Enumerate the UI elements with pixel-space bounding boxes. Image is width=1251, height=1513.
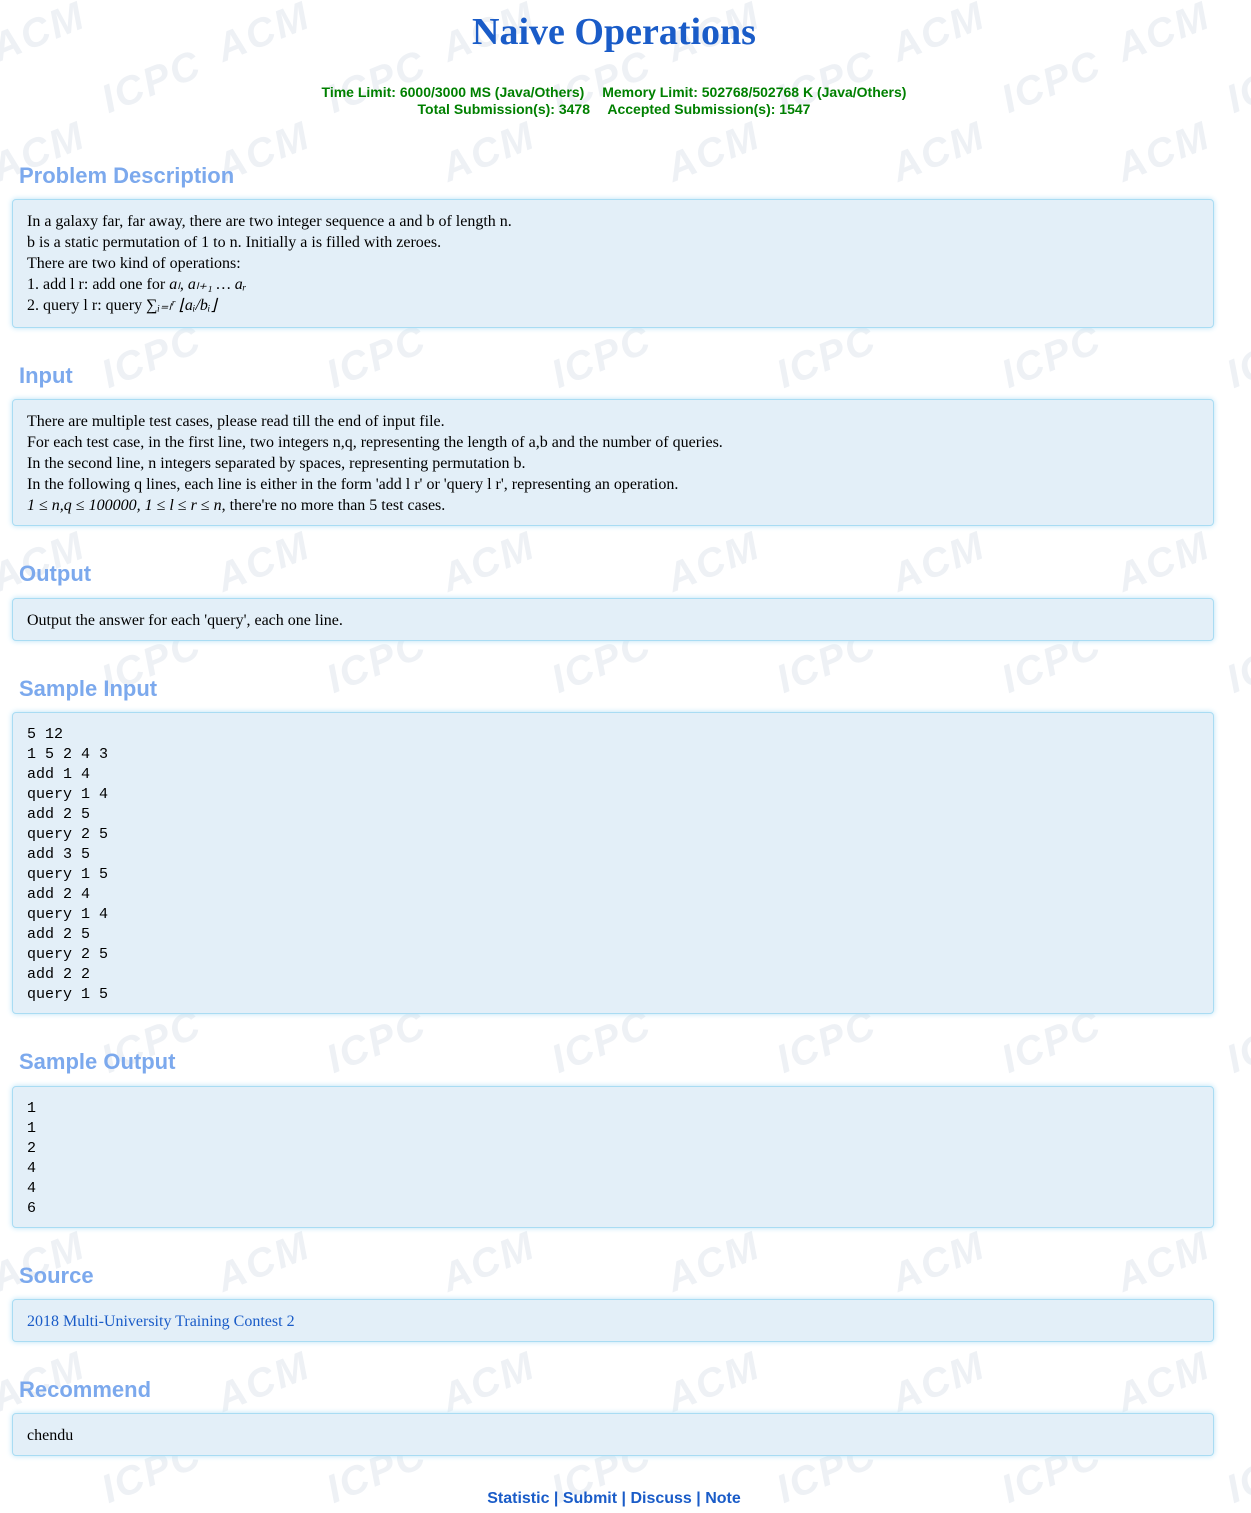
recommend-panel: chendu: [12, 1413, 1214, 1456]
watermark-text: ACM: [885, 1343, 992, 1421]
recommend-author: chendu: [27, 1427, 74, 1444]
watermark-text: ACM: [435, 1223, 542, 1301]
watermark-text: ICPC: [995, 1002, 1108, 1082]
page-title: Naive Operations: [472, 11, 756, 53]
description-line: There are two kind of operations:: [27, 255, 241, 272]
submit-link[interactable]: Submit: [563, 1490, 617, 1507]
input-line: There are multiple test cases, please re…: [27, 413, 445, 430]
watermark-text: ICPC: [320, 1002, 433, 1082]
watermark-text: ACM: [435, 523, 542, 601]
watermark-text: ACM: [885, 1223, 992, 1301]
watermark-text: ICPC: [95, 317, 208, 397]
watermark-text: ACM: [1110, 1223, 1217, 1301]
watermark-text: ICPC: [1220, 317, 1251, 397]
recommend-heading: Recommend: [19, 1377, 152, 1402]
operation-query-formula: ∑ᵢ₌ₗʳ ⌊aᵢ/bᵢ⌋: [146, 297, 217, 314]
footer-separator: |: [549, 1490, 563, 1507]
watermark-text: ICPC: [1220, 1002, 1251, 1082]
source-link[interactable]: 2018 Multi-University Training Contest 2: [27, 1311, 1199, 1332]
watermark-text: ICPC: [995, 317, 1108, 397]
footer-separator: |: [691, 1490, 706, 1507]
watermark-text: ICPC: [1220, 622, 1251, 702]
watermark-text: ACM: [660, 523, 767, 601]
watermark-text: ACM: [210, 1343, 317, 1421]
operation-query-text: 2. query l r: query: [27, 297, 147, 314]
sample-output-panel[interactable]: 1 1 2 4 4 6: [12, 1086, 1214, 1228]
time-limit: Time Limit: 6000/3000 MS (Java/Others): [321, 84, 585, 100]
footer-separator: |: [617, 1490, 631, 1507]
constraint-formula: 1 ≤ n,q ≤ 100000, 1 ≤ l ≤ r ≤ n: [27, 497, 222, 514]
source-heading: Source: [19, 1263, 94, 1288]
watermark-text: ICPC: [320, 317, 433, 397]
problem-limits: Time Limit: 6000/3000 MS (Java/Others) M…: [0, 84, 1228, 118]
watermark-text: ICPC: [770, 317, 883, 397]
watermark-text: ACM: [435, 113, 542, 191]
watermark-text: ACM: [210, 523, 317, 601]
description-heading: Problem Description: [19, 163, 235, 188]
input-line: In the following q lines, each line is e…: [27, 476, 679, 493]
note-link[interactable]: Note: [705, 1490, 741, 1507]
memory-limit: Memory Limit: 502768/502768 K (Java/Othe…: [602, 84, 907, 100]
output-heading: Output: [19, 561, 92, 586]
watermark-text: ACM: [1110, 113, 1217, 191]
discuss-link[interactable]: Discuss: [630, 1490, 691, 1507]
description-line: In a galaxy far, far away, there are two…: [27, 213, 512, 230]
watermark-text: ICPC: [545, 317, 658, 397]
watermark-text: ACM: [435, 1343, 542, 1421]
watermark-text: ACM: [885, 523, 992, 601]
output-panel: Output the answer for each 'query', each…: [12, 598, 1214, 641]
input-line: For each test case, in the first line, t…: [27, 434, 723, 451]
watermark-text: ACM: [660, 1223, 767, 1301]
sample-input-heading: Sample Input: [19, 676, 158, 701]
description-line: b is a static permutation of 1 to n. Ini…: [27, 234, 442, 251]
operation-add-text: 1. add l r: add one for: [27, 276, 170, 293]
watermark-text: ACM: [885, 113, 992, 191]
input-line: In the second line, n integers separated…: [27, 455, 526, 472]
watermark-text: ACM: [660, 1343, 767, 1421]
watermark-text: ACM: [1110, 1343, 1217, 1421]
watermark-text: ICPC: [770, 1002, 883, 1082]
sample-output-heading: Sample Output: [19, 1049, 176, 1074]
input-panel: There are multiple test cases, please re…: [12, 399, 1214, 526]
total-submissions: Total Submission(s): 3478: [417, 101, 590, 117]
constraint-text: , there're no more than 5 test cases.: [221, 497, 446, 514]
footer-nav: Statistic | Submit | Discuss | Note: [0, 1490, 1228, 1508]
description-panel: In a galaxy far, far away, there are two…: [12, 199, 1214, 328]
input-heading: Input: [19, 363, 73, 388]
sample-input-panel[interactable]: 5 12 1 5 2 4 3 add 1 4 query 1 4 add 2 5…: [12, 712, 1214, 1014]
operation-add-formula: aₗ, aₗ₊₁ … aᵣ: [169, 276, 247, 293]
operation-add: 1. add l r: add one for aₗ, aₗ₊₁ … aᵣ: [27, 274, 1199, 295]
source-panel: 2018 Multi-University Training Contest 2: [12, 1299, 1214, 1342]
operation-query: 2. query l r: query ∑ᵢ₌ₗʳ ⌊aᵢ/bᵢ⌋: [27, 295, 1199, 316]
watermark-text: ACM: [1110, 523, 1217, 601]
watermark-text: ACM: [210, 1223, 317, 1301]
accepted-submissions: Accepted Submission(s): 1547: [607, 101, 811, 117]
input-constraint: 1 ≤ n,q ≤ 100000, 1 ≤ l ≤ r ≤ n, there'r…: [27, 495, 1199, 516]
statistic-link[interactable]: Statistic: [487, 1490, 549, 1507]
watermark-text: ACM: [660, 113, 767, 191]
output-text: Output the answer for each 'query', each…: [27, 612, 343, 629]
watermark-text: ICPC: [545, 1002, 658, 1082]
